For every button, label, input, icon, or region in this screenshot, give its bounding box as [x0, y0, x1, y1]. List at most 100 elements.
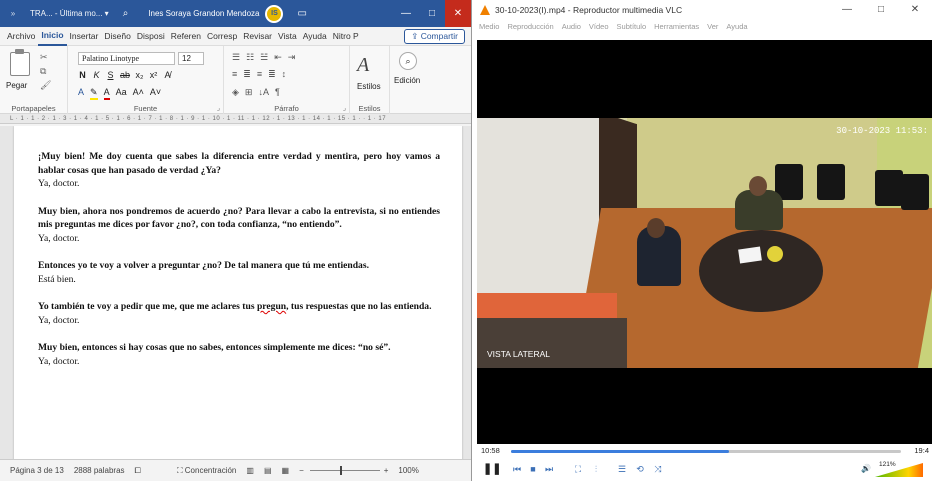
menu-video[interactable]: Vídeo [589, 22, 609, 31]
stop-icon[interactable]: ■ [527, 462, 539, 476]
previous-icon[interactable]: ⏮ [511, 462, 523, 476]
find-icon[interactable]: ⌕ [399, 52, 417, 70]
avatar[interactable]: IS [265, 4, 284, 23]
shuffle-icon[interactable]: ⤨ [651, 462, 665, 476]
tab-vista[interactable]: Vista [275, 31, 300, 41]
speaker-icon[interactable]: 🔊 [861, 464, 871, 473]
decrease-indent-icon[interactable]: ⇤ [274, 52, 282, 63]
font-name-select[interactable]: Palatino Linotype [78, 52, 175, 65]
document-page[interactable]: ¡Muy bien! Me doy cuenta que sabes la di… [14, 126, 462, 459]
italic-icon[interactable]: K [92, 70, 101, 80]
format-painter-icon[interactable]: 🖌 [40, 80, 51, 91]
change-case-icon[interactable]: Aa [116, 87, 127, 100]
menu-ver[interactable]: Ver [707, 22, 718, 31]
spelling-error[interactable]: pregun [257, 301, 286, 312]
zoom-level[interactable]: 100% [398, 466, 418, 475]
fullscreen-icon[interactable]: ⛶ [571, 462, 585, 476]
zoom-in-button[interactable]: + [384, 466, 389, 475]
menu-subtitulo[interactable]: Subtítulo [617, 22, 647, 31]
share-button[interactable]: ⇪ Compartir [404, 29, 465, 44]
superscript-icon[interactable]: x² [149, 70, 158, 80]
styles-button[interactable]: Estilos [357, 82, 381, 91]
tab-insertar[interactable]: Insertar [67, 31, 102, 41]
proofing-icon[interactable]: ⧠ [135, 466, 141, 476]
align-left-icon[interactable]: ≡ [232, 69, 237, 80]
maximize-icon[interactable]: □ [864, 0, 898, 19]
justify-icon[interactable]: ≣ [268, 69, 276, 80]
line-spacing-icon[interactable]: ↕ [282, 69, 287, 80]
minimize-icon[interactable]: — [393, 8, 419, 19]
cut-icon[interactable]: ✂ [40, 52, 48, 63]
menu-medio[interactable]: Medio [479, 22, 499, 31]
zoom-slider[interactable] [309, 466, 380, 475]
vlc-cone-icon [480, 4, 490, 15]
tab-ayuda[interactable]: Ayuda [300, 31, 330, 41]
loop-icon[interactable]: ⟲ [633, 462, 647, 476]
shrink-font-icon[interactable]: A˅ [150, 87, 161, 100]
volume-slider[interactable]: 121% [875, 461, 923, 477]
borders-icon[interactable]: ⊞ [245, 87, 253, 98]
tab-archivo[interactable]: Archivo [4, 31, 38, 41]
video-area[interactable]: 30-10-2023 11:53: VISTA LATERAL [477, 40, 932, 444]
text-effects-icon[interactable]: A [78, 87, 84, 100]
web-layout-icon[interactable]: ▦ [282, 466, 290, 475]
show-marks-icon[interactable]: ¶ [275, 87, 280, 98]
tab-referencias[interactable]: Referen [168, 31, 204, 41]
styles-icon[interactable]: A [357, 54, 369, 77]
tab-revisar[interactable]: Revisar [240, 31, 275, 41]
quick-access-icon[interactable]: » [0, 9, 26, 18]
focus-button[interactable]: ⛶ Concentración [177, 466, 236, 476]
copy-icon[interactable]: ⧉ [40, 66, 46, 77]
page-count[interactable]: Página 3 de 13 [10, 466, 64, 475]
tab-nitro[interactable]: Nitro P [330, 31, 362, 41]
font-color-icon[interactable]: A [103, 87, 110, 100]
maximize-icon[interactable]: □ [419, 8, 445, 19]
highlight-icon[interactable]: ✎ [90, 87, 98, 100]
align-center-icon[interactable]: ≣ [243, 69, 251, 80]
underline-icon[interactable]: S [106, 70, 115, 80]
cabinet [477, 318, 627, 368]
playlist-icon[interactable]: ☰ [615, 462, 629, 476]
extended-settings-icon[interactable]: ⫶ [589, 462, 603, 476]
print-layout-icon[interactable]: ▤ [264, 466, 272, 475]
align-right-icon[interactable]: ≡ [257, 69, 262, 80]
close-icon[interactable]: ✕ [445, 0, 471, 27]
menu-audio[interactable]: Audio [562, 22, 581, 31]
paste-icon[interactable] [10, 49, 30, 76]
next-icon[interactable]: ⏭ [543, 462, 555, 476]
numbering-icon[interactable]: ☷ [246, 52, 254, 63]
bullets-icon[interactable]: ☰ [232, 52, 240, 63]
tab-disposicion[interactable]: Disposi [134, 31, 168, 41]
ribbon-tabs: Archivo Inicio Insertar Diseño Disposi R… [0, 27, 471, 46]
menu-ayuda[interactable]: Ayuda [726, 22, 747, 31]
editing-button[interactable]: Edición [394, 76, 420, 85]
document-name[interactable]: TRA... - Última mo... ▾ [30, 9, 109, 18]
ruler[interactable]: L · 1 · 1 · 2 · 1 · 3 · 1 · 4 · 1 · 5 · … [0, 114, 471, 124]
increase-indent-icon[interactable]: ⇥ [288, 52, 296, 63]
font-size-select[interactable]: 12 [178, 52, 204, 65]
menu-reproduccion[interactable]: Reproducción [507, 22, 553, 31]
zoom-out-button[interactable]: − [299, 466, 304, 475]
subscript-icon[interactable]: x₂ [135, 70, 144, 80]
minimize-icon[interactable]: — [830, 0, 864, 19]
clear-format-icon[interactable]: A̸ [163, 70, 172, 80]
search-icon[interactable]: ⌕ [123, 8, 129, 19]
seek-bar[interactable] [511, 450, 901, 453]
tab-diseno[interactable]: Diseño [101, 31, 133, 41]
read-mode-icon[interactable]: ▥ [246, 466, 254, 475]
shading-icon[interactable]: ◈ [232, 87, 239, 98]
paste-button[interactable]: Pegar [6, 81, 27, 90]
close-icon[interactable]: ✕ [898, 0, 932, 19]
menu-herramientas[interactable]: Herramientas [654, 22, 699, 31]
document-canvas[interactable]: ¡Muy bien! Me doy cuenta que sabes la di… [0, 126, 471, 459]
sort-icon[interactable]: ↓A [258, 87, 269, 98]
strikethrough-icon[interactable]: ab [120, 70, 130, 80]
tab-correspondencia[interactable]: Corresp [204, 31, 240, 41]
ribbon-display-icon[interactable]: ▭ [297, 8, 306, 19]
grow-font-icon[interactable]: A˄ [133, 87, 144, 100]
bold-icon[interactable]: N [78, 70, 87, 80]
multilevel-list-icon[interactable]: ☱ [260, 52, 268, 63]
tab-inicio[interactable]: Inicio [38, 27, 67, 46]
word-count[interactable]: 2888 palabras [74, 466, 125, 475]
pause-icon[interactable]: ❚❚ [483, 462, 501, 476]
